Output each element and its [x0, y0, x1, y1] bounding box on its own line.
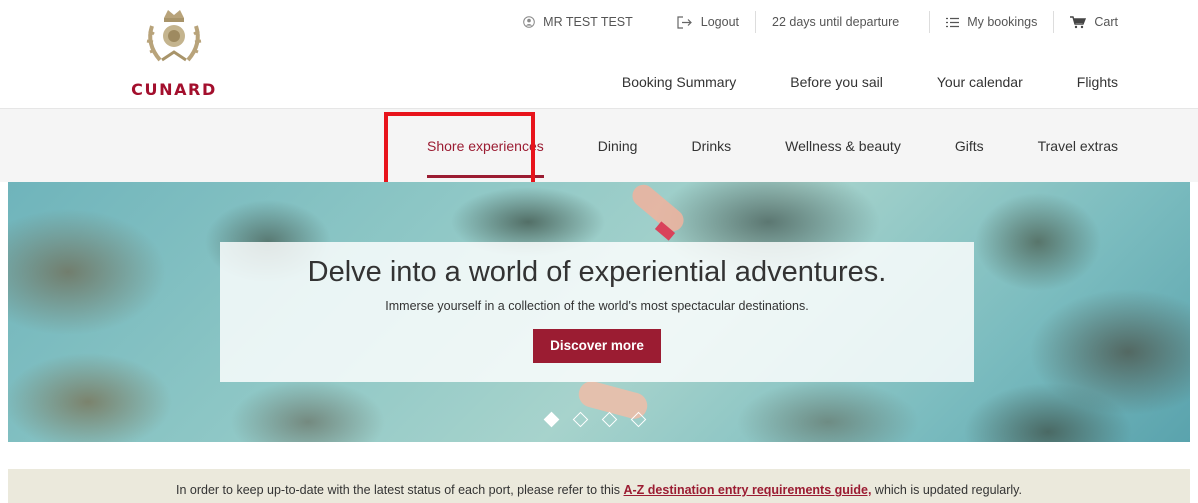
hero-title: Delve into a world of experiential adven…	[307, 256, 887, 288]
cunard-logo[interactable]: CUNARD	[112, 8, 236, 99]
cart-link[interactable]: Cart	[1053, 11, 1118, 33]
account-user[interactable]: MR TEST TEST	[507, 11, 661, 33]
logout-label: Logout	[700, 15, 740, 29]
tab-travel-extras[interactable]: Travel extras	[1038, 109, 1118, 183]
logout-icon	[677, 15, 693, 29]
tab-drinks[interactable]: Drinks	[691, 109, 731, 183]
notice-text-after: which is updated regularly.	[871, 483, 1022, 497]
brand-name: CUNARD	[131, 80, 217, 99]
user-name: MR TEST TEST	[543, 15, 633, 29]
tab-gifts[interactable]: Gifts	[955, 109, 984, 183]
logout-link[interactable]: Logout	[661, 11, 755, 33]
discover-more-button[interactable]: Discover more	[533, 329, 661, 363]
carousel-dot-2[interactable]	[572, 411, 589, 428]
sub-nav: Shore experiences Dining Drinks Wellness…	[0, 108, 1198, 182]
tab-dining[interactable]: Dining	[598, 109, 638, 183]
hero-subtitle: Immerse yourself in a collection of the …	[385, 299, 809, 313]
carousel-dot-1[interactable]	[543, 411, 560, 428]
tab-wellness-beauty[interactable]: Wellness & beauty	[785, 109, 901, 183]
carousel-indicators	[543, 411, 662, 428]
nav-before-you-sail[interactable]: Before you sail	[790, 74, 883, 90]
my-bookings-label: My bookings	[967, 15, 1038, 29]
list-icon	[946, 17, 960, 28]
cart-label: Cart	[1094, 15, 1118, 29]
tab-shore-experiences[interactable]: Shore experiences	[427, 109, 544, 183]
carousel-dot-4[interactable]	[630, 411, 647, 428]
cart-icon	[1070, 15, 1087, 29]
utility-bar: MR TEST TEST Logout 22 days until depart…	[507, 10, 1118, 34]
nav-booking-summary[interactable]: Booking Summary	[622, 74, 736, 90]
departure-countdown: 22 days until departure	[755, 11, 915, 33]
crest-icon	[146, 10, 202, 62]
entry-requirements-link[interactable]: A-Z destination entry requirements guide…	[623, 483, 871, 497]
notice-banner: In order to keep up-to-date with the lat…	[8, 469, 1190, 503]
my-bookings-link[interactable]: My bookings	[929, 11, 1053, 33]
notice-text-before: In order to keep up-to-date with the lat…	[176, 483, 624, 497]
hero-banner: Delve into a world of experiential adven…	[8, 182, 1190, 442]
site-header: CUNARD MR TEST TEST Logout 22 days until…	[0, 0, 1198, 108]
main-nav: Booking Summary Before you sail Your cal…	[568, 74, 1118, 90]
carousel-dot-3[interactable]	[601, 411, 618, 428]
nav-flights[interactable]: Flights	[1077, 74, 1118, 90]
user-icon	[523, 16, 535, 28]
nav-your-calendar[interactable]: Your calendar	[937, 74, 1023, 90]
countdown-text: 22 days until departure	[772, 15, 900, 29]
hero-card: Delve into a world of experiential adven…	[220, 242, 974, 382]
